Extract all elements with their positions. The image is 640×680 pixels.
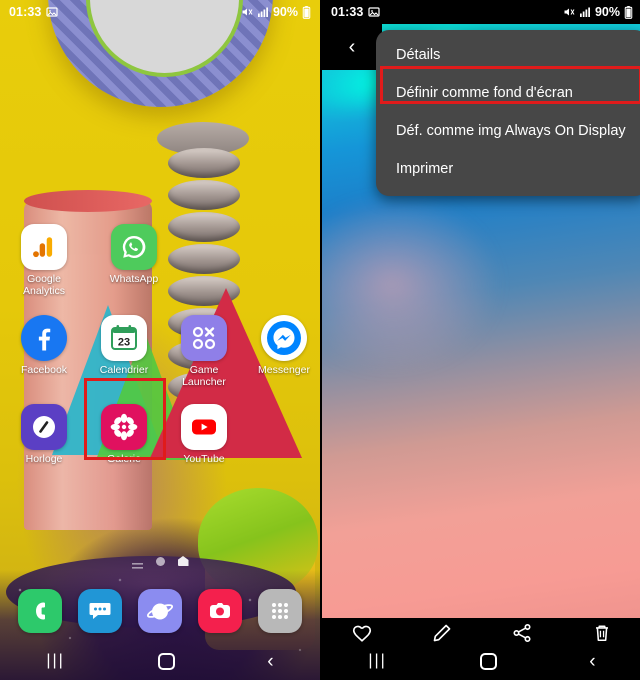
- menu-item-label: Définir comme fond d'écran: [396, 85, 573, 101]
- app-galerie[interactable]: Galerie: [88, 398, 160, 466]
- battery-icon: [302, 5, 311, 19]
- calendar-day-number: 23: [118, 337, 130, 349]
- whatsapp-icon: [111, 224, 157, 270]
- menu-item-details[interactable]: Détails: [376, 36, 640, 74]
- app-calendrier[interactable]: 23 Calendrier: [88, 309, 160, 388]
- app-row: Google Analytics WhatsApp: [0, 218, 320, 297]
- left-status-bar: 01:33 90%: [0, 0, 320, 24]
- back-icon[interactable]: ‹: [589, 652, 595, 671]
- dual-screenshot-stage: 01:33 90% Google Analytics WhatsApp Face…: [0, 0, 640, 680]
- app-row: Facebook 23 Calendrier Game Launcher Mes…: [0, 309, 320, 388]
- messages-icon[interactable]: [78, 589, 122, 633]
- page-dot[interactable]: [155, 556, 165, 566]
- app-label: Google Analytics: [22, 273, 65, 297]
- back-chevron-icon: ‹: [348, 35, 356, 58]
- pages-lines-icon[interactable]: [131, 557, 143, 569]
- app-horloge[interactable]: Horloge: [8, 398, 80, 466]
- menu-item-set-as-wallpaper[interactable]: Définir comme fond d'écran: [376, 74, 640, 112]
- left-nav-bar: ||| ‹: [0, 642, 320, 680]
- viewer-back-button[interactable]: ‹: [322, 24, 382, 70]
- app-label: Calendrier: [99, 364, 149, 376]
- app-label: Game Launcher: [182, 364, 226, 388]
- trash-icon[interactable]: [589, 620, 615, 646]
- heart-icon[interactable]: [349, 620, 375, 646]
- home-icon[interactable]: [157, 652, 175, 670]
- recents-icon[interactable]: |||: [46, 652, 64, 670]
- mute-icon: [241, 6, 253, 18]
- clock-icon: [21, 404, 67, 450]
- app-label: YouTube: [183, 453, 225, 465]
- back-icon[interactable]: ‹: [267, 652, 273, 671]
- left-phone-screen: 01:33 90% Google Analytics WhatsApp Face…: [0, 0, 320, 680]
- app-game-launcher[interactable]: Game Launcher: [168, 309, 240, 388]
- recents-icon[interactable]: |||: [368, 652, 386, 670]
- app-youtube[interactable]: YouTube: [168, 398, 240, 466]
- app-row: Horloge Galerie YouTube: [0, 398, 320, 466]
- battery-percent-label: 90%: [594, 5, 620, 19]
- menu-item-set-as-always-on-display[interactable]: Déf. comme img Always On Display: [376, 112, 640, 150]
- mute-icon: [563, 6, 575, 18]
- home-page-indicator-icon[interactable]: [177, 556, 189, 566]
- menu-item-label: Imprimer: [396, 161, 454, 177]
- menu-item-label: Déf. comme img Always On Display: [396, 123, 626, 139]
- menu-item-label: Détails: [396, 47, 441, 63]
- viewer-toolbar: [322, 612, 640, 654]
- context-menu: Détails Définir comme fond d'écran Déf. …: [376, 30, 640, 196]
- right-phone-screen: 01:33 90% ‹ Détails Définir comme fond d…: [320, 0, 640, 680]
- share-icon[interactable]: [509, 620, 535, 646]
- phone-icon[interactable]: [18, 589, 62, 633]
- app-facebook[interactable]: Facebook: [8, 309, 80, 388]
- signal-icon: [257, 6, 269, 18]
- google-analytics-icon: [21, 224, 67, 270]
- youtube-icon: [181, 404, 227, 450]
- app-label: Facebook: [20, 364, 68, 376]
- camera-icon[interactable]: [198, 589, 242, 633]
- app-label: WhatsApp: [109, 273, 159, 285]
- messenger-icon: [261, 315, 307, 361]
- app-label: Galerie: [107, 453, 141, 465]
- battery-icon: [624, 5, 633, 19]
- page-indicator: [0, 556, 320, 569]
- battery-percent-label: 90%: [272, 5, 298, 19]
- image-icon: [46, 6, 59, 18]
- calendar-icon: 23: [101, 315, 147, 361]
- status-time: 01:33: [9, 5, 42, 19]
- gallery-icon: [101, 404, 147, 450]
- home-icon[interactable]: [479, 652, 497, 670]
- menu-item-print[interactable]: Imprimer: [376, 150, 640, 188]
- app-messenger[interactable]: Messenger: [248, 309, 320, 388]
- app-google-analytics[interactable]: Google Analytics: [8, 218, 80, 297]
- facebook-icon: [21, 315, 67, 361]
- app-label: Messenger: [258, 364, 310, 376]
- pencil-icon[interactable]: [429, 620, 455, 646]
- apps-grid-icon[interactable]: [258, 589, 302, 633]
- app-label: Horloge: [25, 453, 63, 465]
- signal-icon: [579, 6, 591, 18]
- right-status-bar: 01:33 90%: [322, 0, 640, 24]
- app-grid: Google Analytics WhatsApp Facebook 23 Ca…: [0, 218, 320, 466]
- image-icon: [368, 6, 381, 18]
- dock: [0, 580, 320, 642]
- game-launcher-icon: [181, 315, 227, 361]
- app-whatsapp[interactable]: WhatsApp: [98, 218, 170, 297]
- internet-icon[interactable]: [138, 589, 182, 633]
- status-time: 01:33: [331, 5, 364, 19]
